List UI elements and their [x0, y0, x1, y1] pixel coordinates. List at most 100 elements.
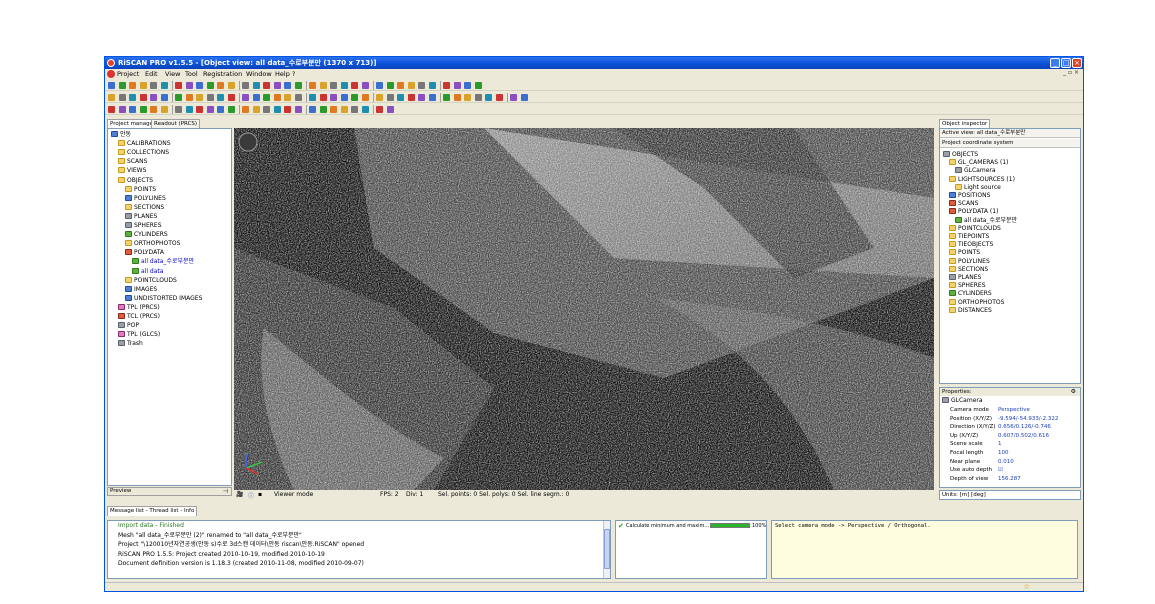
- tree-node[interactable]: POINTCLOUDS: [949, 224, 1001, 233]
- mdi-controls[interactable]: _ ▫ ×: [1063, 69, 1079, 76]
- toolbar-button-icon[interactable]: [139, 94, 147, 101]
- property-value[interactable]: 0.656/0.126/-0.746: [998, 423, 1051, 431]
- toolbar-button-icon[interactable]: [242, 94, 249, 101]
- coordinate-system-label[interactable]: Project coordinate system: [940, 139, 1080, 148]
- toolbar-button-icon[interactable]: [284, 94, 291, 101]
- menu-tool[interactable]: Tool: [185, 70, 198, 78]
- toolbar-button-icon[interactable]: [273, 106, 281, 113]
- menu-view[interactable]: View: [165, 70, 180, 78]
- toolbar-button-icon[interactable]: [464, 82, 471, 89]
- tree-node[interactable]: TIEOBJECTS: [949, 241, 993, 249]
- toolbar-button-icon[interactable]: [108, 94, 115, 101]
- toolbar-button-icon[interactable]: [185, 94, 193, 101]
- tree-node[interactable]: all data_수로부분만: [132, 258, 195, 267]
- toolbar-button-icon[interactable]: [196, 106, 203, 113]
- toolbar-button-icon[interactable]: [273, 94, 281, 101]
- toolbar-button-icon[interactable]: [397, 94, 404, 101]
- riscan-app-icon[interactable]: [107, 59, 115, 67]
- toolbar-button-icon[interactable]: [227, 94, 235, 101]
- toolbar-button-icon[interactable]: [206, 82, 214, 89]
- toolbar-button-icon[interactable]: [252, 82, 260, 89]
- toolbar-button-icon[interactable]: [252, 94, 260, 101]
- toolbar-button-icon[interactable]: [129, 94, 136, 101]
- toolbar-button-icon[interactable]: [397, 82, 404, 89]
- property-value[interactable]: 1: [998, 440, 1002, 448]
- toolbar-button-icon[interactable]: [361, 94, 369, 101]
- toolbar-button-icon[interactable]: [351, 82, 358, 89]
- toolbar-button-icon[interactable]: [319, 82, 327, 89]
- toolbar-button-icon[interactable]: [118, 82, 126, 89]
- toolbar-button-icon[interactable]: [263, 106, 270, 113]
- tree-node[interactable]: POINTS: [949, 249, 980, 257]
- camera-icon[interactable]: 🎥: [236, 491, 243, 498]
- toolbar-button-icon[interactable]: [309, 82, 316, 89]
- toolbar-button-icon[interactable]: [464, 94, 471, 101]
- menu-project[interactable]: Project: [117, 70, 139, 78]
- toolbar-button-icon[interactable]: [485, 94, 492, 101]
- tree-node[interactable]: POINTS: [125, 185, 156, 194]
- toolbar-button-icon[interactable]: [309, 94, 316, 101]
- toolbar-button-icon[interactable]: [108, 82, 115, 89]
- toolbar-button-icon[interactable]: [185, 82, 193, 89]
- property-value[interactable]: 156.287: [998, 475, 1021, 483]
- property-value[interactable]: 0.010: [998, 458, 1014, 466]
- toolbar-button-icon[interactable]: [495, 94, 503, 101]
- tree-node[interactable]: TIEPOINTS: [949, 233, 989, 241]
- toolbar-button-icon[interactable]: [340, 106, 348, 113]
- tree-node[interactable]: SPHERES: [949, 282, 986, 290]
- maximize-button[interactable]: □: [1061, 58, 1071, 68]
- tab-readout[interactable]: Readout (PRCS): [151, 119, 201, 128]
- toolbar-button-icon[interactable]: [206, 106, 214, 113]
- preview-pane[interactable]: Preview ⊣: [107, 487, 232, 496]
- toolbar-button-icon[interactable]: [160, 106, 168, 113]
- toolbar-button-icon[interactable]: [510, 94, 517, 101]
- tree-node[interactable]: OBJECTS: [943, 151, 978, 159]
- toolbar-button-icon[interactable]: [217, 94, 224, 101]
- toolbar-button-icon[interactable]: [206, 94, 214, 101]
- tree-node[interactable]: TPL (PRCS): [118, 303, 160, 312]
- toolbar-button-icon[interactable]: [407, 94, 415, 101]
- toolbar-button-icon[interactable]: [386, 82, 394, 89]
- log-scroll-thumb[interactable]: [604, 529, 610, 569]
- toolbar-button-icon[interactable]: [263, 82, 270, 89]
- toolbar-button-icon[interactable]: [160, 82, 168, 89]
- toolbar-button-icon[interactable]: [294, 94, 302, 101]
- toolbar-button-icon[interactable]: [376, 106, 383, 113]
- toolbar-button-icon[interactable]: [443, 82, 450, 89]
- orientation-widget-icon[interactable]: [238, 132, 258, 152]
- toolbar-button-icon[interactable]: [351, 106, 358, 113]
- toolbar-button-icon[interactable]: [263, 94, 270, 101]
- toolbar-button-icon[interactable]: [284, 106, 291, 113]
- tree-node[interactable]: GL_CAMERAS (1): [949, 159, 1009, 167]
- toolbar-button-icon[interactable]: [175, 82, 182, 89]
- property-value[interactable]: -9.594/-54.933/-2.322: [998, 415, 1058, 423]
- tab-message-list[interactable]: Message list - Thread list - Info: [107, 506, 198, 516]
- property-row[interactable]: Depth of view 156.287: [950, 475, 1021, 483]
- tree-node[interactable]: PLANES: [125, 212, 157, 221]
- toolbar-button-icon[interactable]: [227, 82, 235, 89]
- tree-node[interactable]: VIEWS: [118, 167, 146, 175]
- toolbar-button-icon[interactable]: [443, 94, 450, 101]
- toolbar-button-icon[interactable]: [175, 94, 182, 101]
- menu-edit[interactable]: Edit: [145, 70, 158, 78]
- tree-node[interactable]: Light source: [955, 183, 1001, 192]
- tree-node[interactable]: Trash: [118, 340, 143, 348]
- tree-node[interactable]: POP: [118, 322, 139, 330]
- toolbar-button-icon[interactable]: [319, 106, 327, 113]
- tree-node[interactable]: GLCamera: [955, 167, 996, 175]
- toolbar-button-icon[interactable]: [242, 82, 249, 89]
- toolbar-button-icon[interactable]: [175, 106, 182, 113]
- tree-node[interactable]: CYLINDERS: [125, 231, 168, 239]
- toolbar-button-icon[interactable]: [474, 94, 482, 101]
- toolbar-button-icon[interactable]: [376, 82, 383, 89]
- toolbar-button-icon[interactable]: [252, 106, 260, 113]
- toolbar-button-icon[interactable]: [376, 94, 383, 101]
- tree-node[interactable]: COLLECTIONS: [118, 149, 169, 157]
- star-icon[interactable]: ☆: [1023, 582, 1030, 591]
- property-row[interactable]: Focal length 100: [950, 449, 1009, 457]
- toolbar-button-icon[interactable]: [217, 106, 224, 113]
- property-row[interactable]: Use auto depth ☑: [950, 466, 1003, 474]
- tree-node[interactable]: POSITIONS: [949, 192, 990, 200]
- toolbar-button-icon[interactable]: [129, 82, 136, 89]
- toolbar-button-icon[interactable]: [428, 94, 436, 101]
